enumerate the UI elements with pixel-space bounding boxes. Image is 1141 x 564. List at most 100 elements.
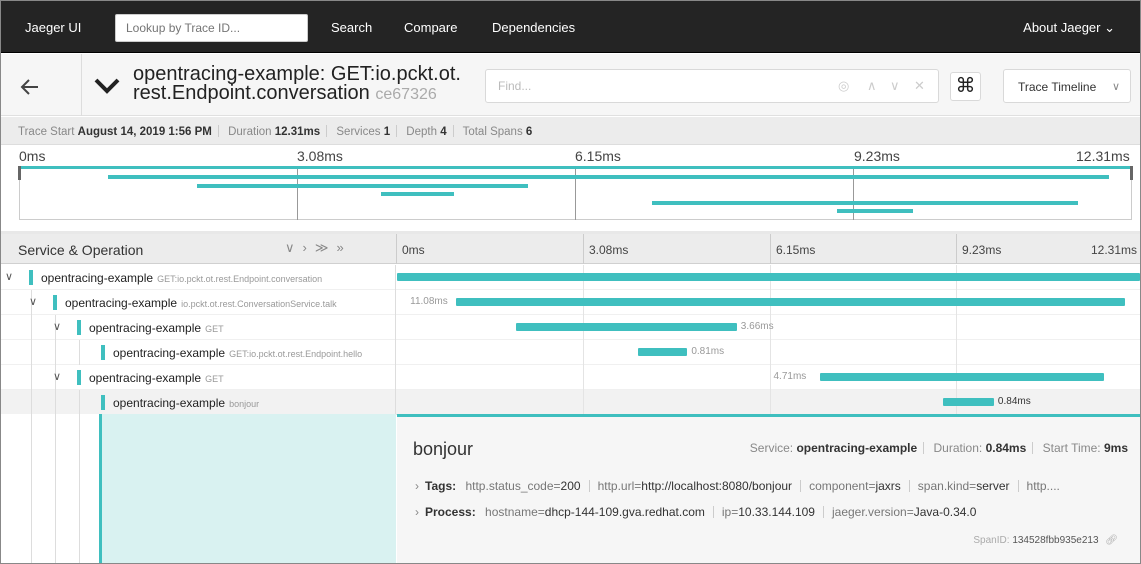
link-icon[interactable]: 🔗︎ (1105, 535, 1118, 546)
timeline-tick: 9.23ms (962, 243, 1002, 257)
tags-row[interactable]: › Tags: http.status_code=200 http.url=http… (415, 479, 1060, 493)
service-name: opentracing-example (113, 396, 226, 410)
span-duration-label: 11.08ms (410, 296, 448, 307)
service-value: opentracing-example (796, 441, 918, 455)
timeline-tick: 12.31ms (1091, 243, 1138, 257)
selected-span-highlight (99, 414, 396, 563)
span-bar[interactable] (638, 348, 688, 356)
minimap-tick: 0ms (19, 148, 46, 164)
span-meta: Service: opentracing-example Duration: 0… (750, 441, 1128, 455)
total-spans-value: 6 (525, 126, 533, 138)
collapse-all-icon[interactable]: ≫ (315, 240, 337, 255)
span-name-cell[interactable]: opentracing-example GET:io.pckt.ot.rest.E… (1, 340, 396, 365)
minimap-right-handle[interactable] (1130, 166, 1133, 180)
expand-one-icon[interactable]: › (303, 240, 315, 255)
find-placeholder: Find... (498, 79, 532, 93)
trace-header: opentracing-example: GET:io.pckt.ot. res… (1, 54, 1140, 116)
minimap-left-handle[interactable] (18, 166, 21, 180)
find-input[interactable]: Find... ◎ ∧ ∨ ✕ (485, 69, 939, 103)
span-row[interactable]: ∨ opentracing-example GET 4.71ms (1, 365, 1140, 390)
duration-value: 0.84ms (985, 441, 1027, 455)
span-row[interactable]: opentracing-example bonjour 0.84ms (1, 390, 1140, 415)
chevron-down-icon[interactable]: ∨ (53, 370, 61, 383)
clear-icon[interactable]: ✕ (914, 78, 925, 94)
nav-compare-link[interactable]: Compare (404, 20, 457, 35)
span-bar[interactable] (456, 298, 1125, 306)
chevron-up-icon[interactable]: ∧ (867, 78, 877, 94)
service-operation-header: Service & Operation (18, 242, 144, 258)
chevron-down-icon[interactable]: ∨ (53, 320, 61, 333)
kv-key: span.kind (917, 479, 970, 493)
minimap-bar (19, 166, 1132, 169)
span-bar[interactable] (819, 373, 1104, 381)
kv-value: 10.33.144.109 (738, 505, 815, 519)
span-detail: bonjour Service: opentracing-example Dur… (1, 414, 1140, 563)
trace-title: opentracing-example: GET:io.pckt.ot. res… (133, 64, 483, 104)
service-color-bar (29, 270, 33, 285)
span-bar[interactable] (397, 273, 1140, 281)
divider (712, 506, 714, 518)
detail-panel: bonjour Service: opentracing-example Dur… (397, 414, 1140, 563)
collapse-one-icon[interactable]: ∨ (285, 240, 303, 255)
kv-value: http://localhost:8080/bonjour (641, 479, 793, 493)
top-nav: Jaeger UI Search Compare Dependencies Ab… (1, 1, 1140, 53)
divider (81, 54, 82, 116)
divider (908, 480, 910, 492)
trace-id-lookup-input[interactable] (115, 14, 308, 42)
span-row[interactable]: ∨ opentracing-example io.pckt.ot.rest.Conv… (1, 290, 1140, 315)
about-jaeger-menu[interactable]: About Jaeger ⌄ (1023, 20, 1115, 36)
operation-name: GET (205, 374, 224, 384)
duration-value: 12.31ms (274, 126, 321, 138)
brand-link[interactable]: Jaeger UI (25, 20, 81, 35)
span-service-name: opentracing-example GET (89, 371, 224, 385)
minimap-span-bar (197, 183, 529, 188)
back-button[interactable] (15, 72, 57, 102)
span-row[interactable]: opentracing-example GET:io.pckt.ot.rest.E… (1, 340, 1140, 365)
divider (588, 480, 590, 492)
nav-search-link[interactable]: Search (331, 20, 372, 35)
nav-dependencies-link[interactable]: Dependencies (492, 20, 575, 35)
span-name-cell[interactable]: ∨ opentracing-example io.pckt.ot.rest.Conv… (1, 290, 396, 315)
chevron-down-icon[interactable]: ∨ (5, 270, 13, 283)
span-bar[interactable] (943, 398, 994, 406)
chevron-down-icon[interactable]: ∨ (29, 295, 37, 308)
kv-value: jaxrs (875, 479, 901, 493)
span-service-name: opentracing-example GET (89, 321, 224, 335)
service-color-bar (101, 395, 105, 410)
minimap-tick: 9.23ms (854, 148, 900, 164)
span-row[interactable]: ∨ opentracing-example GET:io.pckt.ot.rest.… (1, 265, 1140, 290)
kv-key: http.url (597, 479, 635, 493)
span-name-cell[interactable]: ∨ opentracing-example GET (1, 365, 396, 390)
column-resizer[interactable] (396, 234, 397, 264)
divider (1017, 480, 1019, 492)
indent-guide (31, 414, 32, 563)
trace-start-label: Trace Start (18, 126, 75, 138)
service-label: Service: (749, 441, 794, 455)
operation-name: GET (205, 324, 224, 334)
trace-summary: Trace Start August 14, 2019 1:56 PM Dura… (1, 117, 1140, 145)
kv-value: server (976, 479, 1010, 493)
operation-name: bonjour (229, 399, 260, 409)
span-row[interactable]: ∨ opentracing-example GET 3.66ms (1, 315, 1140, 340)
target-icon[interactable]: ◎ (838, 78, 849, 94)
span-name-cell[interactable]: ∨ opentracing-example GET:io.pckt.ot.rest.… (1, 265, 396, 290)
timeline-gridline (583, 365, 584, 390)
span-bar[interactable] (515, 323, 737, 331)
chevron-down-icon[interactable]: ∨ (890, 78, 900, 94)
view-mode-select[interactable]: Trace Timeline ∨ (1003, 69, 1131, 103)
service-name: opentracing-example (89, 321, 202, 335)
trace-collapse-toggle[interactable] (93, 74, 123, 100)
process-row[interactable]: › Process: hostname=dhcp-144-109.gva.redh… (415, 505, 976, 519)
span-service-name: opentracing-example io.pckt.ot.rest.Conve… (65, 296, 337, 310)
expand-all-icon[interactable]: » (336, 240, 351, 255)
span-name-cell[interactable]: opentracing-example bonjour (1, 390, 396, 415)
kv-overflow: http.... (1026, 479, 1060, 493)
services-label: Services (336, 126, 381, 138)
kv-key: http.status_code (465, 479, 554, 493)
service-color-bar (77, 370, 81, 385)
span-name-cell[interactable]: ∨ opentracing-example GET (1, 315, 396, 340)
trace-minimap[interactable]: 0ms 3.08ms 6.15ms 9.23ms 12.31ms (1, 146, 1140, 231)
keyboard-shortcuts-button[interactable]: ⌘ (950, 72, 981, 101)
jaeger-trace-view: Jaeger UI Search Compare Dependencies Ab… (0, 0, 1141, 564)
indent-guide (31, 365, 32, 390)
